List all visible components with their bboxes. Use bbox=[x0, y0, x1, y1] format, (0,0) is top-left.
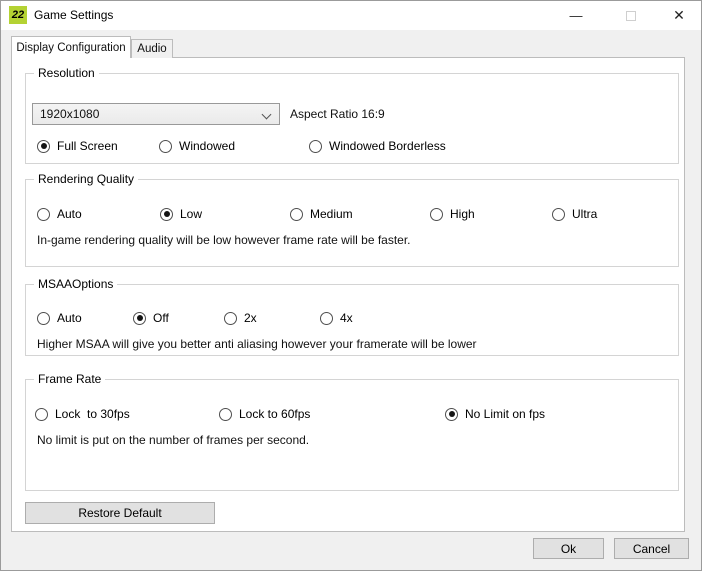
radio-label: Off bbox=[153, 311, 169, 325]
radio-label: Lock to 60fps bbox=[239, 407, 310, 421]
radio-full-screen[interactable]: Full Screen bbox=[37, 139, 118, 153]
minimize-icon: — bbox=[570, 8, 583, 23]
radio-circle-icon bbox=[159, 140, 172, 153]
radio-circle-icon bbox=[445, 408, 458, 421]
radio-label: No Limit on fps bbox=[465, 407, 545, 421]
minimize-button[interactable]: — bbox=[561, 1, 591, 30]
radio-msaa-off[interactable]: Off bbox=[133, 311, 169, 325]
radio-msaa-2x[interactable]: 2x bbox=[224, 311, 257, 325]
radio-rendering-auto[interactable]: Auto bbox=[37, 207, 82, 221]
app-icon: 22 bbox=[9, 6, 27, 24]
radio-label: Windowed bbox=[179, 139, 235, 153]
radio-circle-icon bbox=[430, 208, 443, 221]
resolution-dropdown-value: 1920x1080 bbox=[40, 107, 99, 121]
radio-circle-icon bbox=[37, 140, 50, 153]
radio-msaa-4x[interactable]: 4x bbox=[320, 311, 353, 325]
radio-msaa-auto[interactable]: Auto bbox=[37, 311, 82, 325]
radio-circle-icon bbox=[309, 140, 322, 153]
radio-label: Lock to 30fps bbox=[55, 407, 130, 421]
radio-rendering-low[interactable]: Low bbox=[160, 207, 202, 221]
group-msaa-options: MSAAOptions Auto Off 2x 4x Higher MSAA w… bbox=[25, 284, 679, 356]
radio-circle-icon bbox=[160, 208, 173, 221]
radio-no-limit-fps[interactable]: No Limit on fps bbox=[445, 407, 545, 421]
radio-label: Full Screen bbox=[57, 139, 118, 153]
radio-label: 2x bbox=[244, 311, 257, 325]
radio-circle-icon bbox=[133, 312, 146, 325]
tab-display-configuration[interactable]: Display Configuration bbox=[11, 36, 131, 58]
radio-circle-icon bbox=[320, 312, 333, 325]
aspect-ratio-label: Aspect Ratio 16:9 bbox=[290, 107, 385, 121]
close-icon: ✕ bbox=[673, 7, 685, 24]
cancel-button[interactable]: Cancel bbox=[614, 538, 689, 559]
ok-label: Ok bbox=[561, 542, 576, 556]
radio-label: Medium bbox=[310, 207, 353, 221]
group-rendering-quality: Rendering Quality Auto Low Medium High U… bbox=[25, 179, 679, 267]
radio-label: High bbox=[450, 207, 475, 221]
radio-label: Ultra bbox=[572, 207, 597, 221]
radio-lock-60fps[interactable]: Lock to 60fps bbox=[219, 407, 310, 421]
tab-label: Display Configuration bbox=[16, 42, 125, 54]
group-frame-rate-label: Frame Rate bbox=[34, 372, 105, 386]
group-msaa-options-label: MSAAOptions bbox=[34, 277, 117, 291]
frame-rate-description: No limit is put on the number of frames … bbox=[37, 433, 309, 447]
window-title: Game Settings bbox=[34, 8, 113, 22]
maximize-icon bbox=[626, 11, 636, 21]
radio-circle-icon bbox=[290, 208, 303, 221]
radio-label: 4x bbox=[340, 311, 353, 325]
ok-button[interactable]: Ok bbox=[533, 538, 604, 559]
radio-rendering-high[interactable]: High bbox=[430, 207, 475, 221]
resolution-dropdown[interactable]: 1920x1080 bbox=[32, 103, 280, 125]
restore-default-label: Restore Default bbox=[78, 506, 161, 520]
game-settings-window: 22 Game Settings — ✕ Display Configurati… bbox=[0, 0, 702, 571]
radio-label: Auto bbox=[57, 311, 82, 325]
radio-circle-icon bbox=[37, 312, 50, 325]
tab-label: Audio bbox=[137, 43, 166, 55]
tab-audio[interactable]: Audio bbox=[131, 39, 173, 58]
group-rendering-quality-label: Rendering Quality bbox=[34, 172, 138, 186]
msaa-description: Higher MSAA will give you better anti al… bbox=[37, 337, 477, 351]
radio-circle-icon bbox=[219, 408, 232, 421]
radio-lock-30fps[interactable]: Lock to 30fps bbox=[35, 407, 130, 421]
radio-circle-icon bbox=[35, 408, 48, 421]
radio-circle-icon bbox=[224, 312, 237, 325]
cancel-label: Cancel bbox=[633, 542, 670, 556]
rendering-quality-description: In-game rendering quality will be low ho… bbox=[37, 233, 411, 247]
radio-rendering-ultra[interactable]: Ultra bbox=[552, 207, 597, 221]
group-frame-rate: Frame Rate Lock to 30fps Lock to 60fps N… bbox=[25, 379, 679, 491]
close-button[interactable]: ✕ bbox=[664, 1, 694, 30]
chevron-down-icon bbox=[262, 110, 272, 120]
group-resolution: Resolution 1920x1080 Aspect Ratio 16:9 F… bbox=[25, 73, 679, 164]
radio-circle-icon bbox=[37, 208, 50, 221]
radio-rendering-medium[interactable]: Medium bbox=[290, 207, 353, 221]
maximize-button[interactable] bbox=[616, 1, 646, 30]
title-bar: 22 Game Settings — ✕ bbox=[1, 1, 701, 30]
group-resolution-label: Resolution bbox=[34, 66, 99, 80]
radio-label: Windowed Borderless bbox=[329, 139, 446, 153]
restore-default-button[interactable]: Restore Default bbox=[25, 502, 215, 524]
radio-circle-icon bbox=[552, 208, 565, 221]
radio-label: Low bbox=[180, 207, 202, 221]
radio-windowed-borderless[interactable]: Windowed Borderless bbox=[309, 139, 446, 153]
radio-label: Auto bbox=[57, 207, 82, 221]
radio-windowed[interactable]: Windowed bbox=[159, 139, 235, 153]
